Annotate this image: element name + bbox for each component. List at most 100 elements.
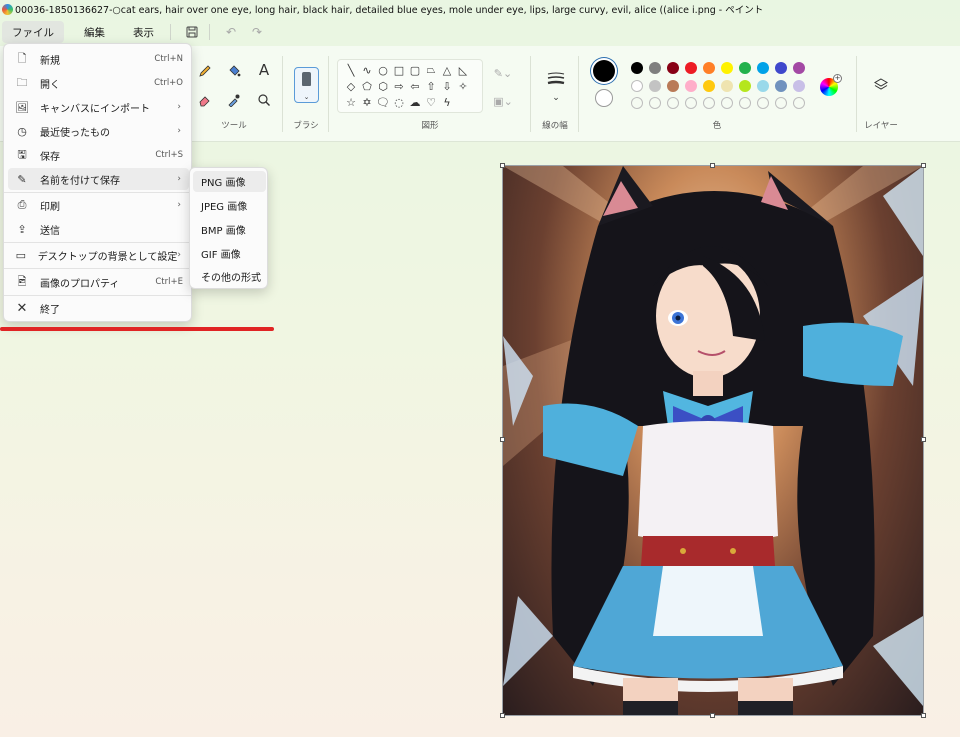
chevron-down-icon[interactable]: ⌄ xyxy=(547,89,565,107)
triangle-shape-icon[interactable]: △ xyxy=(440,63,454,77)
file-menu-exit[interactable]: ✕ 終了 xyxy=(8,297,189,319)
arrow-down-shape-icon[interactable]: ⇩ xyxy=(440,79,454,93)
pencil-icon[interactable] xyxy=(196,62,214,80)
resize-handle-ne[interactable] xyxy=(921,163,926,168)
file-menu-share[interactable]: ⇪ 送信 xyxy=(8,218,189,240)
six-point-star-shape-icon[interactable]: ✡ xyxy=(360,95,374,109)
outline-icon[interactable]: ✎⌄ xyxy=(494,64,512,82)
callout-cloud-shape-icon[interactable]: ☁ xyxy=(408,95,422,109)
fill-bucket-icon[interactable] xyxy=(225,62,243,80)
custom-color-slot[interactable] xyxy=(775,97,787,109)
custom-color-slot[interactable] xyxy=(793,97,805,109)
resize-handle-se[interactable] xyxy=(921,713,926,718)
palette-color-swatch[interactable] xyxy=(757,62,769,74)
file-menu-properties[interactable]: 🖻 画像のプロパティ Ctrl+E xyxy=(8,271,189,293)
palette-color-swatch[interactable] xyxy=(775,62,787,74)
arrow-left-shape-icon[interactable]: ⇦ xyxy=(408,79,422,93)
palette-color-swatch[interactable] xyxy=(667,62,679,74)
magnifier-icon[interactable] xyxy=(255,91,273,109)
save-as-other-formats[interactable]: その他の形式 xyxy=(193,266,266,287)
palette-color-swatch[interactable] xyxy=(703,62,715,74)
custom-color-slot[interactable] xyxy=(703,97,715,109)
palette-color-swatch[interactable] xyxy=(775,80,787,92)
color-picker-icon[interactable] xyxy=(225,91,243,109)
undo-icon[interactable]: ↶ xyxy=(220,21,242,43)
primary-color-swatch[interactable] xyxy=(593,60,615,82)
canvas-image[interactable] xyxy=(503,166,923,715)
line-width-icon[interactable] xyxy=(546,70,566,88)
oval-shape-icon[interactable]: ○ xyxy=(376,63,390,77)
file-menu-open[interactable]: 🗀 開く Ctrl+O xyxy=(8,72,189,94)
resize-handle-sw[interactable] xyxy=(500,713,505,718)
hexagon-shape-icon[interactable]: ⬡ xyxy=(376,79,390,93)
arrow-right-shape-icon[interactable]: ⇨ xyxy=(392,79,406,93)
custom-color-slot[interactable] xyxy=(757,97,769,109)
right-triangle-shape-icon[interactable]: ◺ xyxy=(456,63,470,77)
redo-icon[interactable]: ↷ xyxy=(246,21,268,43)
save-as-bmp[interactable]: BMP 画像 xyxy=(193,219,266,240)
palette-color-swatch[interactable] xyxy=(793,62,805,74)
edit-colors-icon[interactable]: + xyxy=(820,74,842,96)
menu-view[interactable]: 表示 xyxy=(123,21,164,43)
palette-color-swatch[interactable] xyxy=(739,62,751,74)
custom-color-slot[interactable] xyxy=(667,97,679,109)
menu-file[interactable]: ファイル xyxy=(2,21,64,43)
save-as-png[interactable]: PNG 画像 xyxy=(193,171,266,192)
palette-color-swatch[interactable] xyxy=(649,62,661,74)
custom-color-slot[interactable] xyxy=(631,97,643,109)
fill-icon[interactable]: ▣⌄ xyxy=(493,92,513,110)
text-icon[interactable]: A xyxy=(255,61,273,79)
lightning-shape-icon[interactable]: ϟ xyxy=(440,95,454,109)
arrow-up-shape-icon[interactable]: ⇧ xyxy=(424,79,438,93)
palette-color-swatch[interactable] xyxy=(649,80,661,92)
layers-icon[interactable] xyxy=(872,76,890,94)
save-as-jpeg[interactable]: JPEG 画像 xyxy=(193,195,266,216)
diamond-shape-icon[interactable]: ◇ xyxy=(344,79,358,93)
rounded-rectangle-shape-icon[interactable]: ▢ xyxy=(408,63,422,77)
polygon-shape-icon[interactable]: ⏢ xyxy=(424,63,438,77)
four-point-star-shape-icon[interactable]: ✧ xyxy=(456,79,470,93)
quick-save-icon[interactable] xyxy=(181,21,203,43)
close-icon: ✕ xyxy=(16,300,28,316)
palette-color-swatch[interactable] xyxy=(631,80,643,92)
palette-color-swatch[interactable] xyxy=(703,80,715,92)
custom-color-slot[interactable] xyxy=(685,97,697,109)
palette-color-swatch[interactable] xyxy=(685,80,697,92)
palette-color-swatch[interactable] xyxy=(757,80,769,92)
secondary-color-swatch[interactable] xyxy=(595,89,613,107)
resize-handle-s[interactable] xyxy=(710,713,715,718)
palette-color-swatch[interactable] xyxy=(667,80,679,92)
five-point-star-shape-icon[interactable]: ☆ xyxy=(344,95,358,109)
heart-shape-icon[interactable]: ♡ xyxy=(424,95,438,109)
custom-color-slot[interactable] xyxy=(649,97,661,109)
palette-color-swatch[interactable] xyxy=(721,80,733,92)
callout-rect-shape-icon[interactable]: 🗨 xyxy=(376,95,390,109)
resize-handle-nw[interactable] xyxy=(500,163,505,168)
palette-color-swatch[interactable] xyxy=(739,80,751,92)
curve-shape-icon[interactable]: ∿ xyxy=(360,63,374,77)
save-as-gif[interactable]: GIF 画像 xyxy=(193,243,266,264)
file-menu-set-desktop[interactable]: ▭ デスクトップの背景として設定 › xyxy=(8,244,189,266)
palette-color-swatch[interactable] xyxy=(685,62,697,74)
file-menu-import[interactable]: 🖼 キャンバスにインポート › xyxy=(8,96,189,118)
resize-handle-n[interactable] xyxy=(710,163,715,168)
file-menu-save-as[interactable]: ✎ 名前を付けて保存 › xyxy=(8,168,189,190)
file-menu-save[interactable]: 🖫 保存 Ctrl+S xyxy=(8,144,189,166)
palette-color-swatch[interactable] xyxy=(793,80,805,92)
resize-handle-e[interactable] xyxy=(921,437,926,442)
callout-oval-shape-icon[interactable]: ◌ xyxy=(392,95,406,109)
file-menu-print[interactable]: ⎙ 印刷 › xyxy=(8,194,189,216)
menu-edit[interactable]: 編集 xyxy=(74,21,115,43)
custom-color-slot[interactable] xyxy=(739,97,751,109)
line-shape-icon[interactable]: ╲ xyxy=(344,63,358,77)
pentagon-shape-icon[interactable]: ⬠ xyxy=(360,79,374,93)
palette-color-swatch[interactable] xyxy=(721,62,733,74)
file-menu-recent[interactable]: ◷ 最近使ったもの › xyxy=(8,120,189,142)
palette-color-swatch[interactable] xyxy=(631,62,643,74)
file-menu-new[interactable]: 🗋 新規 Ctrl+N xyxy=(8,48,189,70)
brush-button[interactable]: ⌄ xyxy=(294,67,319,103)
resize-handle-w[interactable] xyxy=(500,437,505,442)
eraser-icon[interactable] xyxy=(196,91,214,109)
rectangle-shape-icon[interactable]: □ xyxy=(392,63,406,77)
custom-color-slot[interactable] xyxy=(721,97,733,109)
